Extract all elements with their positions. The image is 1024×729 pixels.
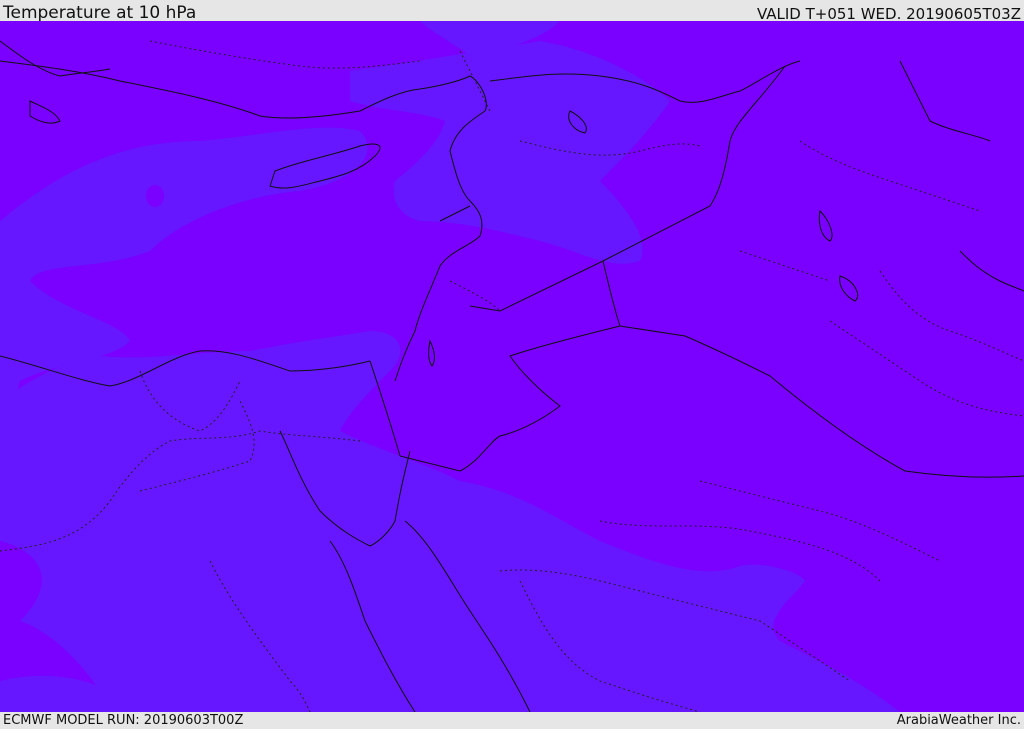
band-small-patch — [146, 185, 164, 207]
map-canvas[interactable] — [0, 21, 1024, 712]
model-run: ECMWF MODEL RUN: 20190603T00Z — [3, 713, 244, 728]
header-bar: Temperature at 10 hPa VALID T+051 WED. 2… — [0, 0, 1024, 23]
footer-bar: ECMWF MODEL RUN: 20190603T00Z ArabiaWeat… — [0, 712, 1024, 729]
map-title: Temperature at 10 hPa — [3, 3, 197, 23]
credit-text: ArabiaWeather Inc. — [896, 713, 1021, 728]
